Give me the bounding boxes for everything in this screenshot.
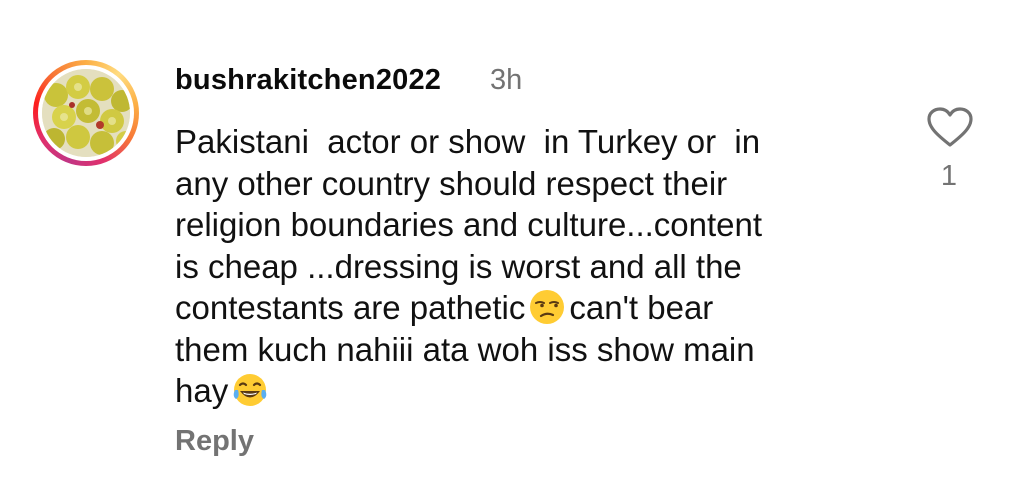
comment-line: religion boundaries and culture...conten… [175, 206, 763, 243]
comment-text: Pakistani actor or show in Turkey or in … [175, 121, 895, 412]
avatar-ring-gap [38, 65, 134, 161]
comment-line: any other country should respect their [175, 164, 728, 202]
avatar-food-photo [42, 69, 130, 157]
comment-line: hay [175, 372, 229, 409]
unamused-face-emoji [530, 290, 565, 324]
avatar[interactable] [33, 60, 139, 166]
comment-username[interactable]: bushrakitchen2022 [175, 64, 441, 97]
like-count: 1 [940, 160, 958, 192]
comment-timestamp: 3h [490, 64, 523, 96]
comment-item: bushrakitchen2022 3h Pakistani actor or … [0, 0, 1024, 492]
comment-line: is cheap ...dressing is worst and all th… [175, 247, 742, 285]
comment-line: contestants are pathetic [175, 289, 526, 326]
comment-line: can't bear [569, 289, 714, 326]
heart-outline-icon[interactable] [926, 106, 974, 148]
avatar-image [42, 69, 130, 157]
tears-of-joy-emoji [233, 374, 267, 406]
comment-line: them kuch nahiii ata woh iss show main [175, 330, 755, 368]
reply-button[interactable]: Reply [175, 425, 254, 458]
comment-line: Pakistani actor or show in Turkey or in [175, 123, 761, 160]
